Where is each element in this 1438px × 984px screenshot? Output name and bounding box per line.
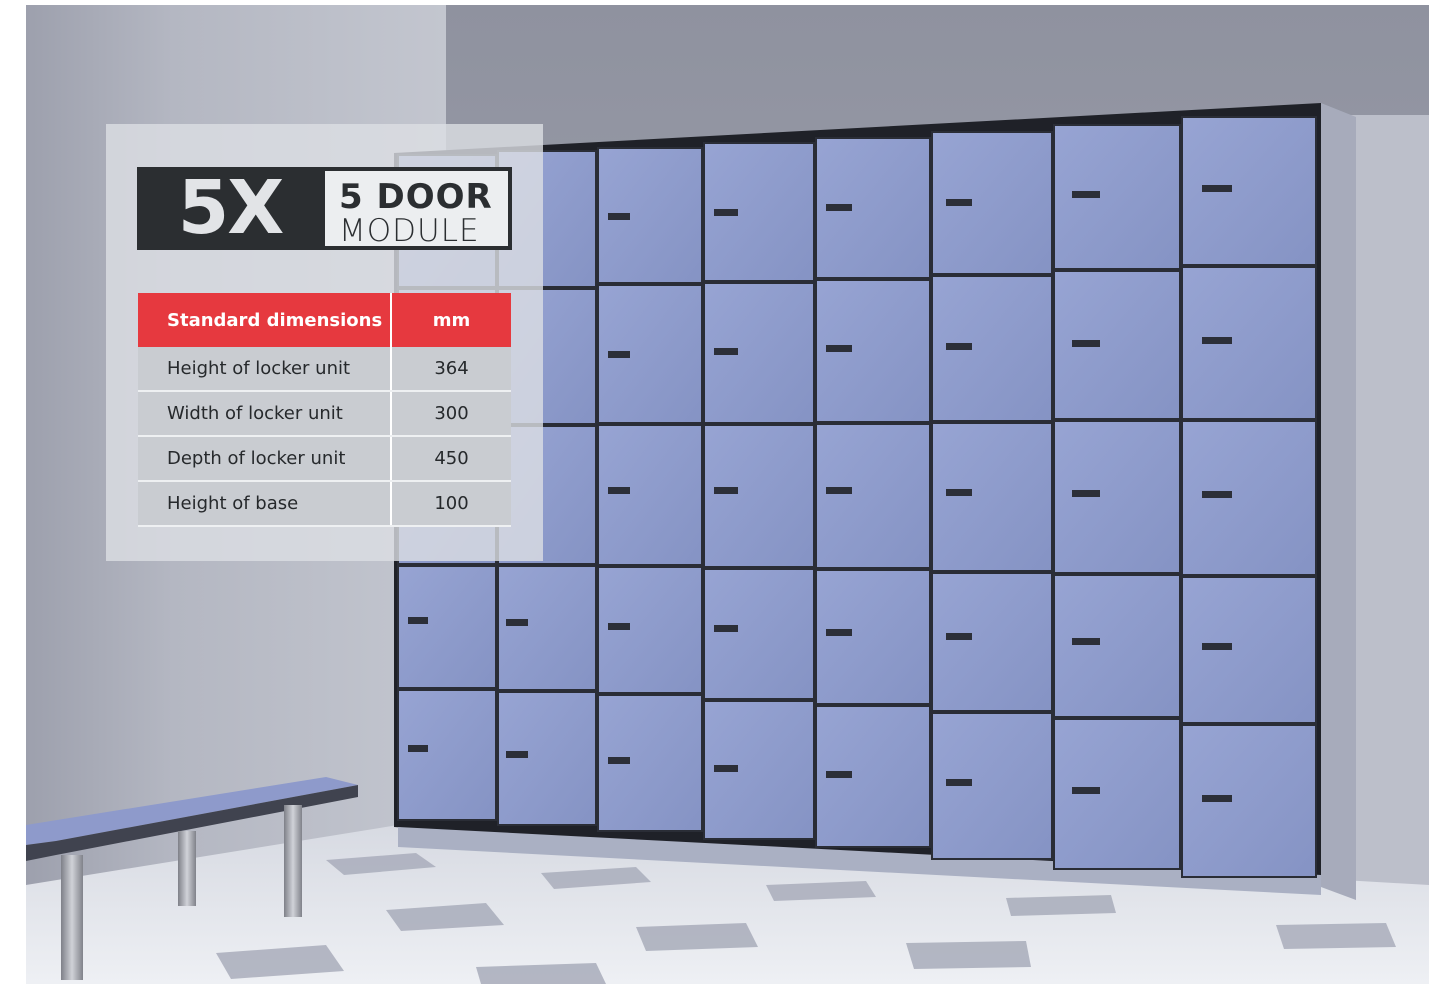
row-value: 300 — [391, 391, 511, 437]
table-row: Height of base 100 — [138, 481, 511, 527]
header-label: Standard dimensions — [138, 293, 392, 347]
dimensions-table: Standard dimensions mm Height of locker … — [138, 293, 511, 527]
module-label-box: 5 DOOR MODULE — [325, 171, 508, 249]
row-value: 450 — [391, 436, 511, 482]
table-row: Depth of locker unit 450 — [138, 436, 511, 482]
row-label: Height of locker unit — [138, 347, 392, 392]
module-subtitle: MODULE — [339, 213, 480, 249]
spec-panel: 5X 5 DOOR MODULE Standard dimensions mm … — [106, 124, 543, 561]
table-row: Height of locker unit 364 — [138, 347, 511, 392]
row-value: 364 — [391, 347, 511, 392]
table-row: Width of locker unit 300 — [138, 391, 511, 437]
module-code: 5X — [177, 165, 285, 251]
module-badge: 5X 5 DOOR MODULE — [137, 167, 512, 250]
module-title: 5 DOOR — [339, 177, 493, 217]
header-unit: mm — [391, 293, 511, 347]
row-label: Depth of locker unit — [138, 436, 392, 482]
row-label: Height of base — [138, 481, 392, 527]
row-label: Width of locker unit — [138, 391, 392, 437]
row-value: 100 — [391, 481, 511, 527]
table-header-row: Standard dimensions mm — [138, 293, 511, 347]
